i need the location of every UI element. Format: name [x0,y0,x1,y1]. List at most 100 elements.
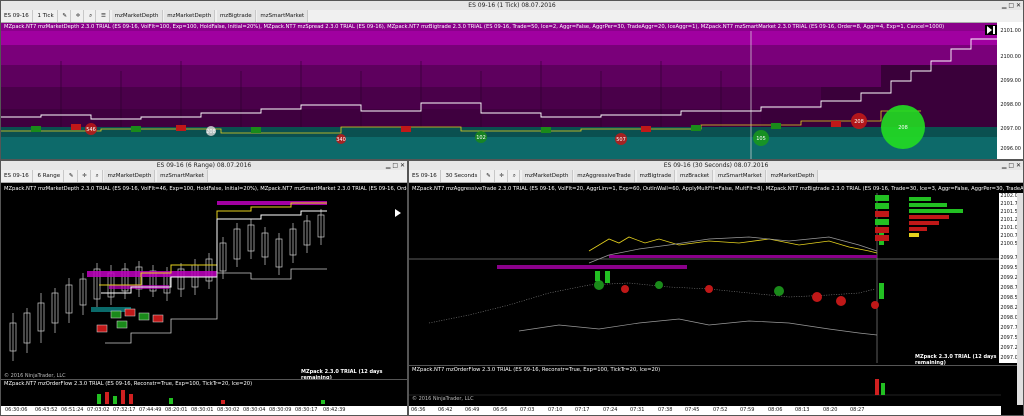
indicator-label: MZpack.NT7 mzMarketDepth 2.3.0 TRIAL (ES… [1,23,1023,31]
range-chart-window: ES 09-16 (6 Range) 08.07.2016 ▁ □ ✕ ES 0… [0,160,408,416]
chart-toolbar: ES 09-16 30 Seconds ✎ ✛ ⌕ mzMarketDepth … [409,170,1023,183]
play-pause-icon[interactable] [985,25,997,35]
properties-icon[interactable]: ☰ [98,10,110,22]
indicator-button-mzbigtrade[interactable]: mzBigtrade [636,170,676,182]
bubble-label: 507 [616,137,626,143]
indicator-button-mzsmartmarket[interactable]: mzSmartMarket [714,170,766,182]
interval-select[interactable]: 30 Seconds [442,170,482,182]
window-title: ES 09-16 (6 Range) 08.07.2016 [156,162,252,169]
time-label: 07:38 [658,407,673,413]
indicator-button-mzmarketdepth-2[interactable]: mzMarketDepth [767,170,819,182]
zoom-icon[interactable]: ⌕ [86,10,97,22]
time-axis[interactable]: 06:30:06 06:43:52 06:51:24 07:03:02 07:3… [1,406,407,415]
time-label: 08:30:02 [217,407,240,413]
price-label: 2100.00 [1000,54,1021,60]
time-label: 08:13 [795,407,810,413]
time-label: 06:36 [411,407,426,413]
instrument-select[interactable]: ES 09-16 [1,170,33,182]
bubble-label: 208 [854,119,864,125]
chart-toolbar: ES 09-16 6 Range ✎ ✛ ⌕ mzMarketDepth mzS… [1,170,407,183]
time-label: 07:03 [520,407,535,413]
time-label: 08:30:09 [269,407,292,413]
order-flow-panel: MZpack.NT7 mzOrderFlow 2.3.0 TRIAL (ES 0… [1,379,407,407]
bubble-label: 105 [756,136,766,142]
time-label: 08:27 [850,407,865,413]
pencil-icon[interactable]: ✎ [66,170,78,182]
price-label: 2101.00 [1000,28,1021,34]
price-label: 2098.00 [1000,102,1021,108]
pencil-icon[interactable]: ✎ [483,170,495,182]
tick-chart-plot[interactable]: 546 208 340 102 507 105 208 208 [1,31,999,159]
time-label: 06:56 [493,407,508,413]
time-label: 07:10 [548,407,563,413]
indicator-label: MZpack.NT7 mzOrderFlow 2.3.0 TRIAL (ES 0… [4,381,253,387]
crosshair-icon[interactable]: ✛ [79,170,91,182]
range-chart-plot[interactable] [1,193,407,369]
crosshair-icon[interactable]: ✛ [496,170,509,182]
time-label: 08:30:17 [295,407,318,413]
indicator-button-mzmarketdepth-2[interactable]: mzMarketDepth [164,10,216,22]
close-icon[interactable]: ✕ [1016,2,1021,9]
time-label: 07:32:17 [113,407,136,413]
time-label: 07:45 [685,407,700,413]
indicator-button-mzmarketdepth[interactable]: mzMarketDepth [111,10,163,22]
minimize-icon[interactable]: ▁ [1002,162,1007,169]
window-controls: ▁ □ ✕ [1002,1,1021,10]
window-controls: ▁ □ ✕ [1002,161,1021,170]
maximize-icon[interactable]: □ [1008,2,1014,9]
window-titlebar[interactable]: ES 09-16 (30 Seconds) 08.07.2016 ▁ □ ✕ [409,161,1023,170]
bubble-label: 340 [336,137,346,143]
window-titlebar[interactable]: ES 09-16 (6 Range) 08.07.2016 ▁ □ ✕ [1,161,407,170]
indicator-label: MZpack.NT7 mzAggressiveTrade 2.3.0 TRIAL… [412,186,1023,192]
time-axis[interactable]: 06:36 06:42 06:49 06:56 07:03 07:10 07:1… [409,406,1001,415]
time-label: 07:17 [575,407,590,413]
indicator-button-mzmarketdepth[interactable]: mzMarketDepth [521,170,573,182]
bubble-label: 102 [476,135,486,141]
indicator-button-mzaggressivetrade[interactable]: mzAggressiveTrade [574,170,635,182]
top-chart-window: ES 09-16 (1 Tick) 08.07.2016 ▁ □ ✕ ES 09… [0,0,1024,160]
time-label: 06:49 [465,407,480,413]
minimize-icon[interactable]: ▁ [1002,2,1007,9]
price-label: 2097.00 [1000,126,1021,132]
copyright-text: © 2016 NinjaTrader, LLC [412,396,474,402]
bubble-label: 546 [86,127,96,133]
zoom-icon[interactable]: ⌕ [510,170,520,182]
vertical-scrollbar[interactable] [1017,193,1023,405]
window-title: ES 09-16 (30 Seconds) 08.07.2016 [663,162,769,169]
indicator-button-mzbigtrade[interactable]: mzBigtrade [216,10,256,22]
zoom-icon[interactable]: ⌕ [93,170,103,182]
instrument-select[interactable]: ES 09-16 [409,170,441,182]
window-titlebar[interactable]: ES 09-16 (1 Tick) 08.07.2016 ▁ □ ✕ [1,1,1023,10]
order-flow-bars [97,390,325,404]
indicator-label: MZpack.NT7 mzOrderFlow 2.3.0 TRIAL (ES 0… [412,367,661,373]
close-icon[interactable]: ✕ [400,162,405,169]
time-label: 07:03:02 [87,407,110,413]
instrument-select[interactable]: ES 09-16 [1,10,33,22]
time-label: 08:20:01 [165,407,188,413]
interval-select[interactable]: 1 Tick [34,10,58,22]
time-label: 06:43:52 [35,407,58,413]
time-label: 08:30:04 [243,407,266,413]
maximize-icon[interactable]: □ [392,162,398,169]
interval-select[interactable]: 6 Range [34,170,65,182]
minimize-icon[interactable]: ▁ [386,162,391,169]
time-label: 07:31 [630,407,645,413]
indicator-button-mzmarketdepth[interactable]: mzMarketDepth [104,170,156,182]
seconds-chart-plot[interactable] [409,193,1001,363]
time-label: 07:59 [740,407,755,413]
pencil-icon[interactable]: ✎ [59,10,71,22]
indicator-button-mzsmartmarket[interactable]: mzSmartMarket [257,10,309,22]
time-label: 07:44:49 [139,407,162,413]
price-label: 2096.00 [1000,146,1021,152]
indicator-button-mzsmartmarket[interactable]: mzSmartMarket [157,170,208,182]
maximize-icon[interactable]: □ [1008,162,1014,169]
seconds-chart-window: ES 09-16 (30 Seconds) 08.07.2016 ▁ □ ✕ E… [408,160,1024,416]
indicator-label: MZpack.NT7 mzMarketDepth 2.3.0 TRIAL (ES… [4,186,407,192]
time-label: 08:06 [768,407,783,413]
price-label: 2099.00 [1000,78,1021,84]
price-axis[interactable]: 2101.00 2100.00 2099.00 2098.00 2097.00 … [997,22,1023,159]
time-label: 07:52 [713,407,728,413]
close-icon[interactable]: ✕ [1016,162,1021,169]
crosshair-icon[interactable]: ✛ [73,10,85,22]
indicator-button-mzbracket[interactable]: mzBracket [676,170,714,182]
